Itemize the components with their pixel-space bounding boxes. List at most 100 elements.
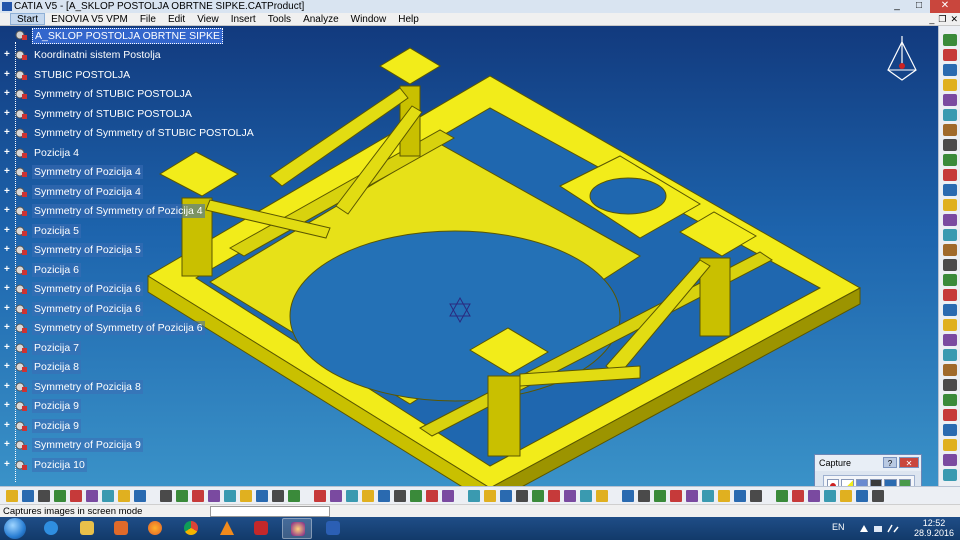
- bottom-toolbar-tool-icon[interactable]: [272, 490, 284, 502]
- bottom-toolbar-tool-icon[interactable]: [872, 490, 884, 502]
- doc-restore-button[interactable]: ❐: [938, 13, 946, 26]
- bottom-toolbar-tool-icon[interactable]: [500, 490, 512, 502]
- tree-node-label[interactable]: Symmetry of Symmetry of STUBIC POSTOLJA: [32, 126, 256, 140]
- tree-node-label[interactable]: STUBIC POSTOLJA: [32, 68, 132, 82]
- bottom-toolbar-tool-icon[interactable]: [670, 490, 682, 502]
- menu-analyze[interactable]: Analyze: [297, 13, 345, 25]
- bottom-toolbar-tool-icon[interactable]: [134, 490, 146, 502]
- tree-node-label[interactable]: Pozicija 7: [32, 341, 81, 355]
- bottom-toolbar-tool-icon[interactable]: [362, 490, 374, 502]
- bottom-toolbar-tool-icon[interactable]: [702, 490, 714, 502]
- taskbar-firefox[interactable]: [140, 518, 170, 539]
- expand-icon[interactable]: +: [4, 245, 12, 255]
- bottom-toolbar-tool-icon[interactable]: [118, 490, 130, 502]
- expand-icon[interactable]: +: [4, 167, 12, 177]
- system-tray-icons[interactable]: [858, 523, 908, 534]
- bottom-toolbar-tool-icon[interactable]: [468, 490, 480, 502]
- right-toolbar-tool-icon[interactable]: [943, 199, 957, 211]
- right-toolbar-tool-icon[interactable]: [943, 319, 957, 331]
- right-toolbar-tool-icon[interactable]: [943, 109, 957, 121]
- bottom-toolbar-tool-icon[interactable]: [638, 490, 650, 502]
- expand-icon[interactable]: +: [4, 362, 12, 372]
- menu-start[interactable]: Start: [10, 13, 46, 25]
- expand-icon[interactable]: +: [4, 206, 12, 216]
- tree-node-label[interactable]: Symmetry of Pozicija 8: [32, 380, 143, 394]
- expand-icon[interactable]: +: [4, 323, 12, 333]
- right-toolbar-tool-icon[interactable]: [943, 184, 957, 196]
- bottom-toolbar-tool-icon[interactable]: [596, 490, 608, 502]
- bottom-toolbar-tool-icon[interactable]: [792, 490, 804, 502]
- record-icon[interactable]: [827, 479, 840, 486]
- expand-icon[interactable]: +: [4, 265, 12, 275]
- bottom-toolbar-tool-icon[interactable]: [484, 490, 496, 502]
- bottom-toolbar-tool-icon[interactable]: [394, 490, 406, 502]
- command-input[interactable]: [210, 506, 330, 517]
- bottom-toolbar-tool-icon[interactable]: [750, 490, 762, 502]
- capture-options-icon[interactable]: [898, 479, 911, 486]
- taskbar-vlc[interactable]: [212, 518, 242, 539]
- tree-node-label[interactable]: Symmetry of Pozicija 6: [32, 282, 143, 296]
- right-toolbar-tool-icon[interactable]: [943, 259, 957, 271]
- tree-node-label[interactable]: Symmetry of Pozicija 5: [32, 243, 143, 257]
- bottom-toolbar-tool-icon[interactable]: [824, 490, 836, 502]
- expand-icon[interactable]: +: [4, 440, 12, 450]
- taskbar-word[interactable]: [318, 518, 348, 539]
- menu-window[interactable]: Window: [345, 13, 393, 25]
- bottom-toolbar-tool-icon[interactable]: [734, 490, 746, 502]
- right-toolbar-tool-icon[interactable]: [943, 124, 957, 136]
- expand-icon[interactable]: +: [4, 284, 12, 294]
- bottom-toolbar-tool-icon[interactable]: [86, 490, 98, 502]
- screen-capture-icon[interactable]: [855, 479, 868, 486]
- expand-icon[interactable]: +: [4, 89, 12, 99]
- album-icon[interactable]: [869, 479, 883, 486]
- bottom-toolbar-tool-icon[interactable]: [686, 490, 698, 502]
- expand-icon[interactable]: +: [4, 70, 12, 80]
- tree-node-label[interactable]: Pozicija 10: [32, 458, 87, 472]
- menu-insert[interactable]: Insert: [225, 13, 262, 25]
- bottom-toolbar-tool-icon[interactable]: [532, 490, 544, 502]
- menu-help[interactable]: Help: [392, 13, 425, 25]
- tree-node-label[interactable]: Pozicija 9: [32, 399, 81, 413]
- bottom-toolbar-tool-icon[interactable]: [38, 490, 50, 502]
- bottom-toolbar-tool-icon[interactable]: [70, 490, 82, 502]
- bottom-toolbar-tool-icon[interactable]: [580, 490, 592, 502]
- bottom-toolbar-tool-icon[interactable]: [516, 490, 528, 502]
- bottom-toolbar-tool-icon[interactable]: [718, 490, 730, 502]
- menu-file[interactable]: File: [134, 13, 162, 25]
- right-toolbar-tool-icon[interactable]: [943, 394, 957, 406]
- taskbar-explorer[interactable]: [72, 518, 102, 539]
- tree-node-label[interactable]: Pozicija 8: [32, 360, 81, 374]
- right-toolbar-tool-icon[interactable]: [943, 49, 957, 61]
- capture-close-button[interactable]: ✕: [899, 457, 919, 468]
- right-toolbar-tool-icon[interactable]: [943, 439, 957, 451]
- bottom-toolbar-tool-icon[interactable]: [102, 490, 114, 502]
- tree-node-label[interactable]: Symmetry of Symmetry of Pozicija 6: [32, 321, 205, 335]
- right-toolbar-tool-icon[interactable]: [943, 304, 957, 316]
- bottom-toolbar-tool-icon[interactable]: [330, 490, 342, 502]
- select-arrow-icon[interactable]: [841, 479, 854, 486]
- right-toolbar-tool-icon[interactable]: [943, 349, 957, 361]
- bottom-toolbar-tool-icon[interactable]: [240, 490, 252, 502]
- tree-node-label[interactable]: Symmetry of Pozicija 4: [32, 165, 143, 179]
- menu-tools[interactable]: Tools: [262, 13, 297, 25]
- bottom-toolbar-tool-icon[interactable]: [6, 490, 18, 502]
- expand-icon[interactable]: +: [4, 109, 12, 119]
- taskbar-acrobat[interactable]: [246, 518, 276, 539]
- bottom-toolbar-tool-icon[interactable]: [548, 490, 560, 502]
- start-button[interactable]: [4, 518, 26, 539]
- capture-help-button[interactable]: ?: [883, 457, 897, 468]
- taskbar-catia[interactable]: [282, 518, 312, 539]
- tree-node-label[interactable]: Koordinatni sistem Postolja: [32, 48, 163, 62]
- capture-toolbar-panel[interactable]: Capture ? ✕: [814, 454, 922, 486]
- bottom-toolbar-tool-icon[interactable]: [776, 490, 788, 502]
- expand-icon[interactable]: +: [4, 50, 12, 60]
- bottom-toolbar-tool-icon[interactable]: [622, 490, 634, 502]
- right-toolbar-tool-icon[interactable]: [943, 64, 957, 76]
- bottom-toolbar-tool-icon[interactable]: [410, 490, 422, 502]
- right-toolbar-tool-icon[interactable]: [943, 169, 957, 181]
- bottom-toolbar-tool-icon[interactable]: [314, 490, 326, 502]
- bottom-toolbar-tool-icon[interactable]: [808, 490, 820, 502]
- expand-icon[interactable]: +: [4, 343, 12, 353]
- right-toolbar-tool-icon[interactable]: [943, 274, 957, 286]
- doc-close-button[interactable]: ✕: [950, 13, 958, 26]
